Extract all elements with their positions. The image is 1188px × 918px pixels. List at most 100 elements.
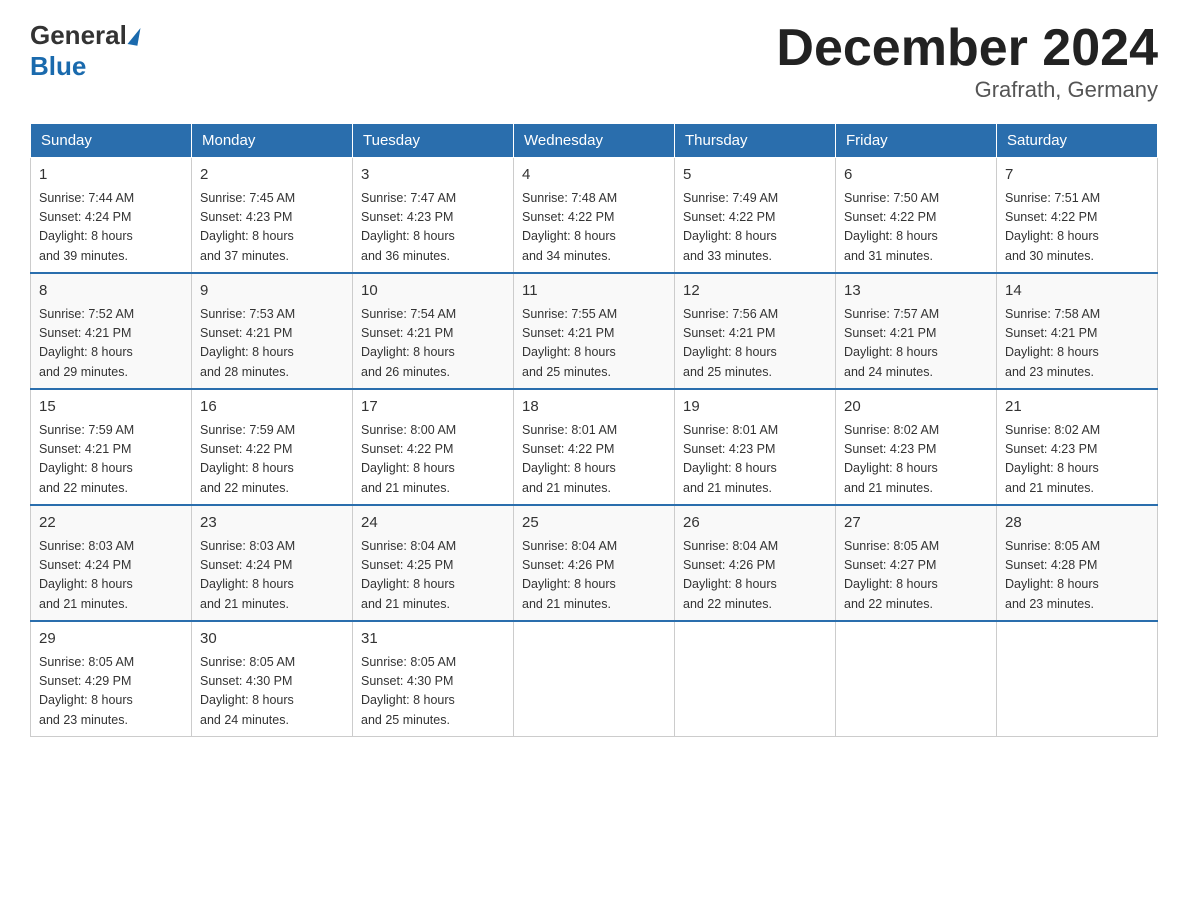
day-info: Sunrise: 8:05 AMSunset: 4:29 PMDaylight:… [39, 653, 183, 731]
day-info: Sunrise: 7:56 AMSunset: 4:21 PMDaylight:… [683, 305, 827, 383]
logo-blue-text: Blue [30, 51, 86, 81]
weekday-header-friday: Friday [836, 124, 997, 158]
day-info: Sunrise: 8:05 AMSunset: 4:28 PMDaylight:… [1005, 537, 1149, 615]
day-info: Sunrise: 7:59 AMSunset: 4:22 PMDaylight:… [200, 421, 344, 499]
day-number: 17 [361, 396, 505, 419]
calendar-day-cell: 14Sunrise: 7:58 AMSunset: 4:21 PMDayligh… [997, 273, 1158, 389]
day-info: Sunrise: 7:57 AMSunset: 4:21 PMDaylight:… [844, 305, 988, 383]
day-info: Sunrise: 7:53 AMSunset: 4:21 PMDaylight:… [200, 305, 344, 383]
title-area: December 2024 Grafrath, Germany [776, 20, 1158, 103]
weekday-header-sunday: Sunday [31, 124, 192, 158]
calendar-day-cell: 11Sunrise: 7:55 AMSunset: 4:21 PMDayligh… [514, 273, 675, 389]
day-info: Sunrise: 7:58 AMSunset: 4:21 PMDaylight:… [1005, 305, 1149, 383]
day-number: 24 [361, 512, 505, 535]
calendar-week-row: 8Sunrise: 7:52 AMSunset: 4:21 PMDaylight… [31, 273, 1158, 389]
page-header: General Blue December 2024 Grafrath, Ger… [30, 20, 1158, 103]
day-number: 29 [39, 628, 183, 651]
calendar-day-cell: 28Sunrise: 8:05 AMSunset: 4:28 PMDayligh… [997, 505, 1158, 621]
day-number: 16 [200, 396, 344, 419]
day-number: 31 [361, 628, 505, 651]
calendar-day-cell: 5Sunrise: 7:49 AMSunset: 4:22 PMDaylight… [675, 158, 836, 274]
day-number: 30 [200, 628, 344, 651]
day-info: Sunrise: 8:01 AMSunset: 4:23 PMDaylight:… [683, 421, 827, 499]
calendar-week-row: 1Sunrise: 7:44 AMSunset: 4:24 PMDaylight… [31, 158, 1158, 274]
calendar-day-cell: 25Sunrise: 8:04 AMSunset: 4:26 PMDayligh… [514, 505, 675, 621]
location-subtitle: Grafrath, Germany [776, 77, 1158, 103]
day-number: 20 [844, 396, 988, 419]
day-number: 27 [844, 512, 988, 535]
weekday-header-tuesday: Tuesday [353, 124, 514, 158]
day-info: Sunrise: 8:03 AMSunset: 4:24 PMDaylight:… [39, 537, 183, 615]
calendar-day-cell: 9Sunrise: 7:53 AMSunset: 4:21 PMDaylight… [192, 273, 353, 389]
calendar-day-cell [675, 621, 836, 737]
day-info: Sunrise: 8:04 AMSunset: 4:26 PMDaylight:… [683, 537, 827, 615]
weekday-header-saturday: Saturday [997, 124, 1158, 158]
day-number: 25 [522, 512, 666, 535]
calendar-day-cell: 2Sunrise: 7:45 AMSunset: 4:23 PMDaylight… [192, 158, 353, 274]
day-number: 5 [683, 164, 827, 187]
day-number: 6 [844, 164, 988, 187]
calendar-header-row: SundayMondayTuesdayWednesdayThursdayFrid… [31, 124, 1158, 158]
day-info: Sunrise: 7:52 AMSunset: 4:21 PMDaylight:… [39, 305, 183, 383]
day-info: Sunrise: 7:47 AMSunset: 4:23 PMDaylight:… [361, 189, 505, 267]
calendar-day-cell: 31Sunrise: 8:05 AMSunset: 4:30 PMDayligh… [353, 621, 514, 737]
day-info: Sunrise: 8:00 AMSunset: 4:22 PMDaylight:… [361, 421, 505, 499]
day-info: Sunrise: 7:44 AMSunset: 4:24 PMDaylight:… [39, 189, 183, 267]
day-info: Sunrise: 7:48 AMSunset: 4:22 PMDaylight:… [522, 189, 666, 267]
calendar-day-cell: 17Sunrise: 8:00 AMSunset: 4:22 PMDayligh… [353, 389, 514, 505]
calendar-day-cell: 16Sunrise: 7:59 AMSunset: 4:22 PMDayligh… [192, 389, 353, 505]
day-number: 22 [39, 512, 183, 535]
weekday-header-monday: Monday [192, 124, 353, 158]
calendar-day-cell [997, 621, 1158, 737]
day-info: Sunrise: 7:59 AMSunset: 4:21 PMDaylight:… [39, 421, 183, 499]
calendar-week-row: 29Sunrise: 8:05 AMSunset: 4:29 PMDayligh… [31, 621, 1158, 737]
calendar-table: SundayMondayTuesdayWednesdayThursdayFrid… [30, 123, 1158, 737]
day-number: 15 [39, 396, 183, 419]
day-info: Sunrise: 8:01 AMSunset: 4:22 PMDaylight:… [522, 421, 666, 499]
day-number: 12 [683, 280, 827, 303]
weekday-header-wednesday: Wednesday [514, 124, 675, 158]
day-info: Sunrise: 8:05 AMSunset: 4:27 PMDaylight:… [844, 537, 988, 615]
calendar-day-cell: 22Sunrise: 8:03 AMSunset: 4:24 PMDayligh… [31, 505, 192, 621]
calendar-day-cell: 18Sunrise: 8:01 AMSunset: 4:22 PMDayligh… [514, 389, 675, 505]
calendar-day-cell: 21Sunrise: 8:02 AMSunset: 4:23 PMDayligh… [997, 389, 1158, 505]
day-number: 10 [361, 280, 505, 303]
calendar-day-cell: 30Sunrise: 8:05 AMSunset: 4:30 PMDayligh… [192, 621, 353, 737]
calendar-day-cell [836, 621, 997, 737]
day-number: 26 [683, 512, 827, 535]
day-info: Sunrise: 8:02 AMSunset: 4:23 PMDaylight:… [1005, 421, 1149, 499]
day-info: Sunrise: 8:05 AMSunset: 4:30 PMDaylight:… [200, 653, 344, 731]
day-number: 3 [361, 164, 505, 187]
day-info: Sunrise: 7:49 AMSunset: 4:22 PMDaylight:… [683, 189, 827, 267]
day-info: Sunrise: 8:02 AMSunset: 4:23 PMDaylight:… [844, 421, 988, 499]
calendar-week-row: 15Sunrise: 7:59 AMSunset: 4:21 PMDayligh… [31, 389, 1158, 505]
day-number: 9 [200, 280, 344, 303]
day-info: Sunrise: 8:03 AMSunset: 4:24 PMDaylight:… [200, 537, 344, 615]
day-number: 8 [39, 280, 183, 303]
day-number: 28 [1005, 512, 1149, 535]
calendar-day-cell: 20Sunrise: 8:02 AMSunset: 4:23 PMDayligh… [836, 389, 997, 505]
calendar-day-cell: 15Sunrise: 7:59 AMSunset: 4:21 PMDayligh… [31, 389, 192, 505]
day-number: 19 [683, 396, 827, 419]
day-number: 13 [844, 280, 988, 303]
calendar-day-cell: 23Sunrise: 8:03 AMSunset: 4:24 PMDayligh… [192, 505, 353, 621]
day-number: 1 [39, 164, 183, 187]
calendar-day-cell: 3Sunrise: 7:47 AMSunset: 4:23 PMDaylight… [353, 158, 514, 274]
day-number: 21 [1005, 396, 1149, 419]
calendar-day-cell [514, 621, 675, 737]
calendar-day-cell: 24Sunrise: 8:04 AMSunset: 4:25 PMDayligh… [353, 505, 514, 621]
calendar-day-cell: 19Sunrise: 8:01 AMSunset: 4:23 PMDayligh… [675, 389, 836, 505]
calendar-day-cell: 26Sunrise: 8:04 AMSunset: 4:26 PMDayligh… [675, 505, 836, 621]
day-number: 4 [522, 164, 666, 187]
logo-triangle-icon [127, 26, 140, 45]
calendar-day-cell: 12Sunrise: 7:56 AMSunset: 4:21 PMDayligh… [675, 273, 836, 389]
day-number: 2 [200, 164, 344, 187]
day-info: Sunrise: 7:50 AMSunset: 4:22 PMDaylight:… [844, 189, 988, 267]
calendar-day-cell: 7Sunrise: 7:51 AMSunset: 4:22 PMDaylight… [997, 158, 1158, 274]
day-info: Sunrise: 7:45 AMSunset: 4:23 PMDaylight:… [200, 189, 344, 267]
day-number: 11 [522, 280, 666, 303]
weekday-header-thursday: Thursday [675, 124, 836, 158]
day-info: Sunrise: 8:04 AMSunset: 4:26 PMDaylight:… [522, 537, 666, 615]
day-number: 7 [1005, 164, 1149, 187]
day-info: Sunrise: 8:04 AMSunset: 4:25 PMDaylight:… [361, 537, 505, 615]
